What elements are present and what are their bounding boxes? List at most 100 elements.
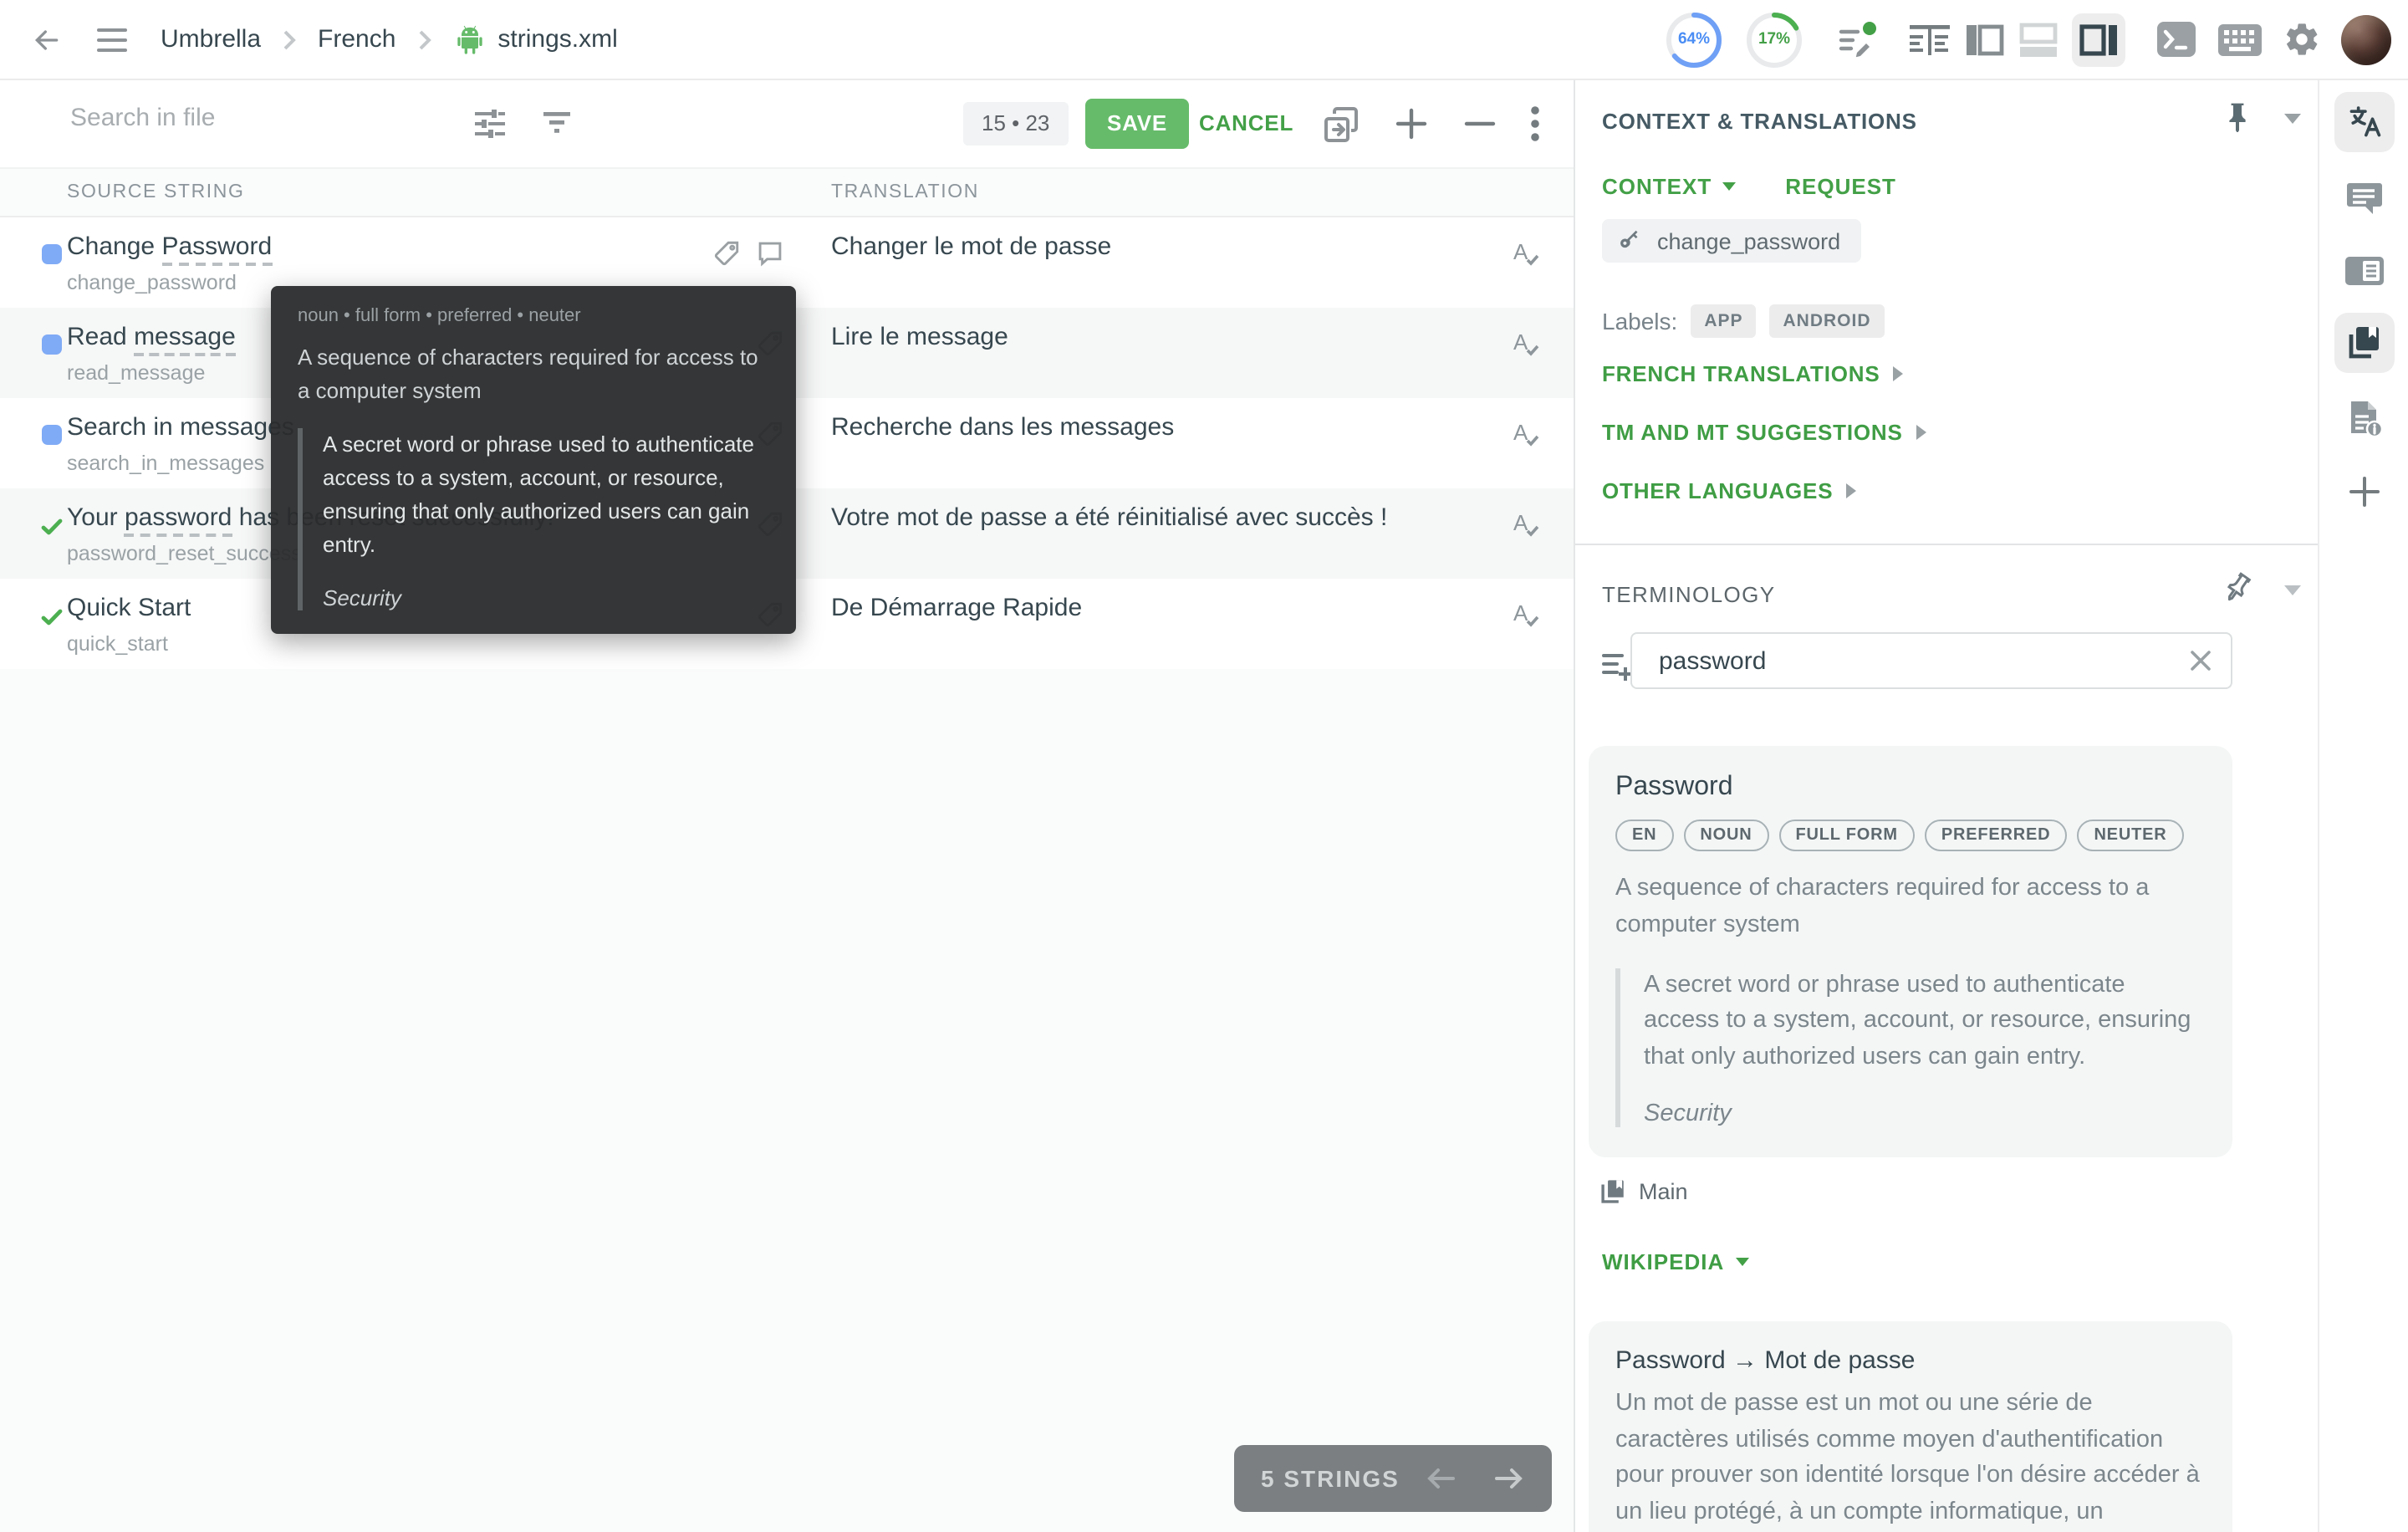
chevron-right-icon xyxy=(1894,366,1904,381)
key-icon xyxy=(1611,222,1649,259)
table-header: SOURCE STRING TRANSLATION xyxy=(0,167,1574,217)
translated-progress-ring[interactable]: 64% xyxy=(1664,9,1724,69)
breadcrumb-project[interactable]: Umbrella xyxy=(161,25,261,54)
filter-icon[interactable] xyxy=(538,104,575,140)
prev-page-icon[interactable] xyxy=(1425,1465,1458,1492)
wikipedia-card: Password → Mot de passe Un mot de passe … xyxy=(1589,1321,2232,1532)
pin-icon[interactable] xyxy=(2224,102,2251,132)
translation-text[interactable]: Votre mot de passe a été réinitialisé av… xyxy=(831,503,1387,532)
comment-icon[interactable] xyxy=(756,239,784,268)
status-approved-icon xyxy=(38,513,65,540)
copy-source-icon[interactable] xyxy=(1319,104,1363,147)
spellcheck-icon[interactable]: A xyxy=(1510,328,1543,361)
next-page-icon[interactable] xyxy=(1492,1465,1525,1492)
terminology-collapse-chevron-icon[interactable] xyxy=(2284,585,2301,595)
spellcheck-icon[interactable]: A xyxy=(1510,237,1543,271)
left-panel-view-icon[interactable] xyxy=(1965,21,2005,58)
breadcrumb-language[interactable]: French xyxy=(318,25,395,54)
terminology-panel-icon[interactable] xyxy=(2334,313,2395,373)
term-quote-block: A secret word or phrase used to authenti… xyxy=(298,428,769,610)
string-key: search_in_messages xyxy=(67,452,264,475)
panel-tabs: CONTEXT REQUEST xyxy=(1602,174,1896,199)
wikipedia-entry-title: Password → Mot de passe xyxy=(1615,1346,2206,1375)
status-translated-icon xyxy=(42,244,62,264)
context-panel: CONTEXT & TRANSLATIONS CONTEXT REQUEST c… xyxy=(1574,80,2318,1532)
comments-panel-icon[interactable] xyxy=(2334,167,2395,227)
bottom-panel-view-icon[interactable] xyxy=(2018,21,2059,58)
string-key-chip[interactable]: change_password xyxy=(1602,219,1860,263)
more-options-icon[interactable] xyxy=(1530,104,1540,144)
glossary-term[interactable]: Password xyxy=(161,232,272,266)
terminology-title: TERMINOLOGY xyxy=(1602,582,1776,607)
translation-text[interactable]: Lire le message xyxy=(831,323,1008,351)
translation-column-header: TRANSLATION xyxy=(831,182,979,202)
panel-collapse-chevron-icon[interactable] xyxy=(2284,114,2301,124)
terminology-pin-icon[interactable] xyxy=(2224,574,2252,604)
tab-context[interactable]: CONTEXT xyxy=(1602,174,1735,199)
app-window: Umbrella French strings.xml 64% xyxy=(0,0,2408,1532)
file-info-panel-icon[interactable] xyxy=(2334,388,2395,448)
table-empty-area xyxy=(0,669,1574,1532)
spellcheck-icon[interactable]: A xyxy=(1510,599,1543,632)
side-by-side-view-icon[interactable] xyxy=(1908,21,1951,58)
back-icon[interactable] xyxy=(30,23,64,56)
strings-count: 5 STRINGS xyxy=(1261,1465,1400,1492)
breadcrumb-file[interactable]: strings.xml xyxy=(497,25,617,54)
other-languages-section[interactable]: OTHER LANGUAGES xyxy=(1602,478,1856,503)
approved-progress-ring[interactable]: 17% xyxy=(1744,9,1804,69)
term-quote-text: A secret word or phrase used to authenti… xyxy=(1644,968,2206,1077)
chevron-down-icon xyxy=(1736,1258,1749,1266)
term-name: Password xyxy=(1615,773,2206,803)
clear-search-icon[interactable] xyxy=(2187,647,2214,674)
android-icon xyxy=(452,23,486,56)
term-definition: A sequence of characters required for ac… xyxy=(1615,871,2206,944)
status-translated-icon xyxy=(42,425,62,445)
chevron-right-icon xyxy=(283,29,296,49)
hamburger-menu-icon[interactable] xyxy=(97,26,127,53)
spellcheck-icon[interactable]: A xyxy=(1510,418,1543,452)
term-tag: FULL FORM xyxy=(1779,820,1915,851)
zoom-in-icon[interactable] xyxy=(1393,105,1430,142)
zoom-out-icon[interactable] xyxy=(1462,105,1498,142)
label-chip[interactable]: APP xyxy=(1691,304,1756,338)
settings-gear-icon[interactable] xyxy=(2283,20,2321,59)
tasks-edit-icon[interactable] xyxy=(1834,19,1878,59)
file-toolbar: 15 • 23 SAVE CANCEL xyxy=(0,80,1574,167)
translated-progress-value: 64% xyxy=(1664,9,1724,69)
add-panel-icon[interactable] xyxy=(2334,462,2395,522)
translation-text[interactable]: Changer le mot de passe xyxy=(831,232,1111,261)
tab-request[interactable]: REQUEST xyxy=(1785,174,1896,199)
source-string: Quick Start xyxy=(67,594,191,622)
translations-panel-icon[interactable] xyxy=(2334,92,2395,152)
search-input[interactable] xyxy=(67,102,441,134)
french-translations-section[interactable]: FRENCH TRANSLATIONS xyxy=(1602,361,1904,386)
string-key: change_password xyxy=(67,271,237,294)
glossary-term[interactable]: message xyxy=(134,323,236,356)
user-avatar[interactable] xyxy=(2341,14,2391,64)
keyboard-shortcuts-icon[interactable] xyxy=(2217,23,2263,56)
label-chip[interactable]: ANDROID xyxy=(1770,304,1885,338)
terminology-search-input[interactable] xyxy=(1656,646,2164,677)
context-card-panel-icon[interactable] xyxy=(2334,241,2395,301)
labels-row: Labels: APP ANDROID xyxy=(1602,304,1885,338)
terminology-card: Password EN NOUN FULL FORM PREFERRED NEU… xyxy=(1589,746,2232,1157)
right-panel-view-icon[interactable] xyxy=(2072,13,2125,66)
wikipedia-section-toggle[interactable]: WIKIPEDIA xyxy=(1602,1249,2232,1274)
chevron-down-icon xyxy=(1722,182,1735,191)
term-tags: EN NOUN FULL FORM PREFERRED NEUTER xyxy=(1615,820,2206,851)
glossary-row: Main xyxy=(1599,1177,2232,1206)
term-quote-text: A secret word or phrase used to authenti… xyxy=(323,428,769,563)
labels-caption: Labels: xyxy=(1602,308,1677,334)
tm-mt-suggestions-section[interactable]: TM AND MT SUGGESTIONS xyxy=(1602,420,1926,445)
tag-icon[interactable] xyxy=(712,239,741,268)
translation-text[interactable]: Recherche dans les messages xyxy=(831,413,1174,442)
save-button[interactable]: SAVE xyxy=(1085,99,1189,149)
spellcheck-icon[interactable]: A xyxy=(1510,508,1543,542)
translation-text[interactable]: De Démarrage Rapide xyxy=(831,594,1082,622)
advanced-filter-icon[interactable] xyxy=(470,104,510,144)
term-tag: EN xyxy=(1615,820,1673,851)
cancel-button[interactable]: CANCEL xyxy=(1199,110,1293,135)
console-icon[interactable] xyxy=(2155,20,2197,59)
glossary-term[interactable]: password xyxy=(125,503,232,537)
panel-divider xyxy=(1575,544,2318,545)
